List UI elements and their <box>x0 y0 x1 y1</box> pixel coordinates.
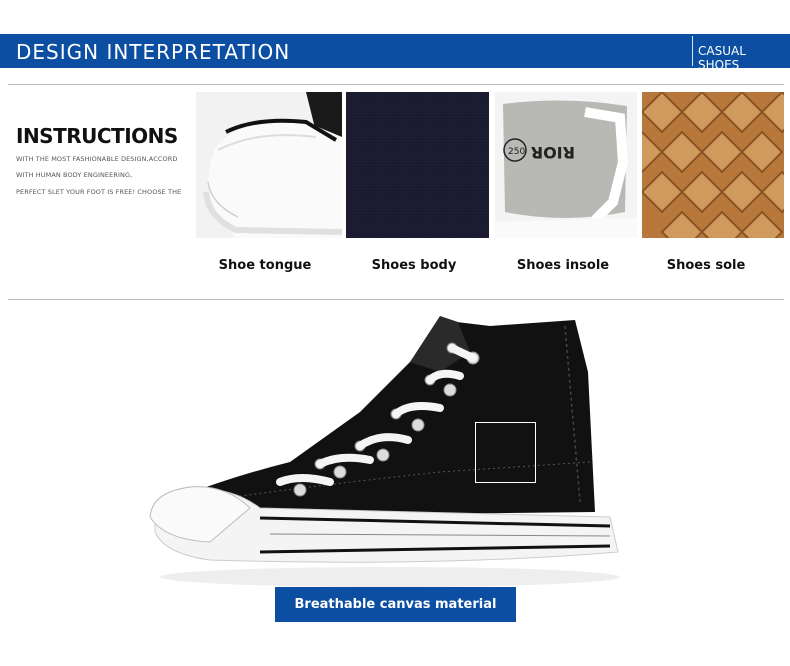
material-callout-box <box>475 422 536 483</box>
banner-subtitle: CASUAL SHOES <box>698 44 746 72</box>
caption-shoes-body: Shoes body <box>371 258 457 273</box>
feature-label-breathable: Breathable canvas material <box>275 587 516 622</box>
insole-brand-text: RIOR <box>531 143 575 162</box>
insole-photo: 250 RIOR <box>495 92 641 238</box>
section-divider <box>8 299 784 300</box>
main-shoe-photo <box>140 312 630 592</box>
top-divider <box>8 84 784 85</box>
caption-shoe-tongue: Shoe tongue <box>218 258 312 273</box>
instructions-title: INSTRUCTIONS <box>16 124 178 148</box>
shoe-toe-photo <box>196 92 342 238</box>
sole-tread-photo <box>642 92 788 238</box>
caption-shoes-sole: Shoes sole <box>666 258 746 273</box>
instructions-line: WITH HUMAN BODY ENGINEERING, <box>16 171 133 179</box>
banner-title: DESIGN INTERPRETATION <box>16 40 291 64</box>
header-banner: DESIGN INTERPRETATION CASUAL SHOES <box>0 34 790 72</box>
instructions-line: WITH THE MOST FASHIONABLE DESIGN,ACCORD <box>16 155 178 163</box>
instructions-line: PERFECT SLET YOUR FOOT IS FREE! CHOOSE T… <box>16 188 182 196</box>
banner-divider <box>692 36 693 66</box>
caption-shoes-insole: Shoes insole <box>516 258 610 273</box>
insole-size-stamp: 250 <box>508 147 525 157</box>
canvas-fabric-photo <box>346 92 492 238</box>
